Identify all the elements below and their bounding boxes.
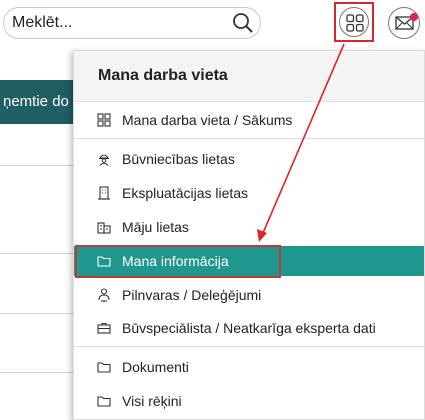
divider <box>0 313 75 314</box>
menu-header: Mana darba vieta <box>74 51 424 102</box>
delegate-icon <box>98 288 110 302</box>
worker-icon <box>98 154 110 166</box>
divider <box>0 372 75 373</box>
menu-item-operation-cases[interactable]: Ekspluatācijas lietas <box>74 178 424 208</box>
workspace-menu: Mana darba vieta Mana darba vieta / Sāku… <box>73 50 425 420</box>
menu-divider <box>74 346 424 347</box>
apps-button[interactable] <box>339 7 369 37</box>
menu-item-invoices[interactable]: Visi rēķini <box>74 386 424 416</box>
menu-item-documents[interactable]: Dokumenti <box>74 352 424 382</box>
briefcase-icon <box>97 322 111 334</box>
menu-item-label: Māju lietas <box>122 219 189 235</box>
menu-item-label: Būvspeciālista / Neatkarīga eksperta dat… <box>122 320 376 336</box>
menu-item-home[interactable]: Mana darba vieta / Sākums <box>74 105 424 135</box>
divider <box>0 165 75 166</box>
menu-item-label: Būvniecības lietas <box>122 151 235 167</box>
search-input[interactable] <box>12 12 222 34</box>
menu-title: Mana darba vieta <box>98 67 228 84</box>
search-icon[interactable] <box>232 12 254 34</box>
menu-item-label: Mana darba vieta / Sākums <box>122 112 293 128</box>
folder-icon <box>97 396 111 407</box>
apps-button-highlight <box>334 2 374 42</box>
highlight-box <box>75 245 281 278</box>
menu-divider <box>74 138 424 139</box>
search-box[interactable] <box>3 7 261 39</box>
menu-item-house-cases[interactable]: Māju lietas <box>74 212 424 242</box>
divider <box>0 253 75 254</box>
folder-icon <box>97 362 111 373</box>
background-tab[interactable]: ņemtie do <box>0 80 84 124</box>
menu-item-label: Visi rēķini <box>122 393 182 409</box>
notification-dot <box>410 13 418 21</box>
menu-item-specialist-data[interactable]: Būvspeciālista / Neatkarīga eksperta dat… <box>74 313 424 343</box>
menu-item-delegations[interactable]: Pilnvaras / Deleģējumi <box>74 280 424 310</box>
building-icon <box>98 186 110 200</box>
grid-icon <box>97 113 111 127</box>
menu-item-label: Pilnvaras / Deleģējumi <box>122 287 262 303</box>
grid-icon <box>346 14 364 32</box>
houses-icon <box>97 222 111 234</box>
menu-item-label: Dokumenti <box>122 359 189 375</box>
notifications-button[interactable] <box>388 7 420 39</box>
menu-item-construction-cases[interactable]: Būvniecības lietas <box>74 144 424 174</box>
menu-item-label: Ekspluatācijas lietas <box>122 185 249 201</box>
